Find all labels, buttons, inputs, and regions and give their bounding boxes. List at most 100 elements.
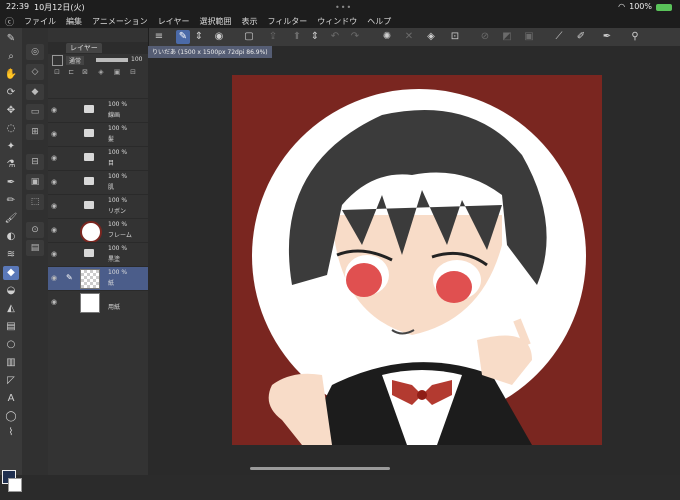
history-icon[interactable]: ⇕ xyxy=(308,30,322,44)
layer-row[interactable]: ◉ 100 % リボン xyxy=(48,194,148,218)
layer-row-selected[interactable]: ◉ ✎ 100 % 紙 xyxy=(48,266,148,290)
rotate-icon[interactable]: ⟳ xyxy=(3,86,19,100)
brush-settings-icon[interactable]: ✐ xyxy=(574,30,588,44)
clear-icon[interactable]: ✕ xyxy=(402,30,416,44)
tab-layer[interactable]: レイヤー xyxy=(66,43,102,53)
layer-row[interactable]: ◉ 100 % フレーム xyxy=(48,218,148,243)
blend-icon[interactable]: ◒ xyxy=(3,284,19,298)
redo-icon[interactable]: ↷ xyxy=(348,30,362,44)
pencil-icon[interactable]: ✏ xyxy=(3,194,19,208)
subtool-icon-10[interactable]: ▤ xyxy=(26,240,44,256)
eye-icon[interactable]: ◉ xyxy=(51,274,57,282)
text-icon[interactable]: A xyxy=(3,392,19,406)
gradient-icon[interactable]: ▤ xyxy=(3,320,19,334)
eye-icon[interactable]: ◉ xyxy=(51,298,57,306)
pen-tool-icon[interactable]: ✒ xyxy=(3,176,19,190)
airbrush-icon[interactable]: ◐ xyxy=(3,230,19,244)
eraser-icon[interactable]: ◆ xyxy=(3,266,19,280)
layer-row[interactable]: ◉ 100 % 線画 xyxy=(48,98,148,122)
fill-icon[interactable]: ◈ xyxy=(424,30,438,44)
ruler-icon[interactable]: ⟋ xyxy=(552,30,566,44)
hamburger-icon[interactable]: ≡ xyxy=(152,30,166,44)
layer-add-icon[interactable]: ▣ xyxy=(112,68,122,78)
menu-view[interactable]: 表示 xyxy=(241,16,257,27)
brush-size-icon[interactable]: ✎ xyxy=(3,32,19,46)
opacity-value[interactable]: 100 xyxy=(131,56,142,63)
figure-icon[interactable]: ○ xyxy=(3,338,19,352)
eyedropper-icon[interactable]: ⚗ xyxy=(3,158,19,172)
eye-icon[interactable]: ◉ xyxy=(51,154,57,162)
home-indicator[interactable] xyxy=(250,467,390,470)
eye-icon[interactable]: ◉ xyxy=(51,202,57,210)
layer-lock-icon[interactable]: ⊡ xyxy=(52,68,62,78)
hand-icon[interactable]: ✋ xyxy=(3,68,19,82)
menu-file[interactable]: ファイル xyxy=(24,16,56,27)
new-document-icon[interactable]: ▢ xyxy=(242,30,256,44)
subtool-icon-7[interactable]: ▣ xyxy=(26,174,44,190)
subtool-icon-1[interactable]: ◎ xyxy=(26,44,44,60)
crop-icon[interactable]: ▣ xyxy=(522,30,536,44)
app-logo-icon[interactable]: ⓒ xyxy=(5,15,17,28)
color-swatches[interactable] xyxy=(1,468,22,500)
background-color[interactable] xyxy=(8,478,22,492)
artwork-canvas[interactable] xyxy=(232,75,602,445)
balloon-icon[interactable]: ◯ xyxy=(3,410,19,424)
layer-row[interactable]: ◉ 100 % 目 xyxy=(48,146,148,170)
menu-help[interactable]: ヘルプ xyxy=(367,16,391,27)
subtool-icon-6[interactable]: ⊟ xyxy=(26,154,44,170)
stepper-icon[interactable]: ⇕ xyxy=(192,30,206,44)
subtool-icon-9[interactable]: ⊙ xyxy=(26,222,44,238)
document-tab[interactable]: りいだあ (1500 x 1500px 72dpi 86.9%) xyxy=(148,46,272,58)
layer-mask-icon[interactable]: ◈ xyxy=(96,68,106,78)
menu-edit[interactable]: 編集 xyxy=(66,16,82,27)
multitask-icon[interactable]: ••• xyxy=(335,3,352,12)
brush-icon[interactable]: 🖌 xyxy=(3,212,19,226)
zoom-icon[interactable]: ⌕ xyxy=(3,50,19,64)
eye-icon[interactable]: ◉ xyxy=(51,106,57,114)
fill-bucket-icon[interactable]: ◭ xyxy=(3,302,19,316)
layer-delete-icon[interactable]: ⊟ xyxy=(128,68,138,78)
edit-mode-icon[interactable]: ✎ xyxy=(176,30,190,44)
subtool-icon-3[interactable]: ◆ xyxy=(26,84,44,100)
eye-icon[interactable]: ◉ xyxy=(51,130,57,138)
undo-icon[interactable]: ↶ xyxy=(328,30,342,44)
subtool-icon-2[interactable]: ◇ xyxy=(26,64,44,80)
eye-icon[interactable]: ◉ xyxy=(51,250,57,258)
menu-animation[interactable]: アニメーション xyxy=(92,16,148,27)
menu-filter[interactable]: フィルター xyxy=(267,16,307,27)
layer-clip-icon[interactable]: ⊏ xyxy=(66,68,76,78)
open-icon[interactable]: ⇪ xyxy=(266,30,280,44)
correct-line-icon[interactable]: ⌇ xyxy=(3,426,19,440)
ruler-tool-icon[interactable]: ◸ xyxy=(3,374,19,388)
assist-icon[interactable]: ⚲ xyxy=(628,30,642,44)
blend-mode-select[interactable]: 通常 xyxy=(66,56,85,65)
opacity-slider[interactable] xyxy=(96,58,128,62)
eye-icon[interactable]: ◉ xyxy=(51,226,57,234)
decoration-icon[interactable]: ≋ xyxy=(3,248,19,262)
layer-row[interactable]: ◉ 用紙 xyxy=(48,290,148,314)
transform-icon[interactable]: ⊡ xyxy=(448,30,462,44)
save-icon[interactable]: ⬆ xyxy=(290,30,304,44)
subtool-icon-8[interactable]: ⬚ xyxy=(26,194,44,210)
character-illustration xyxy=(268,110,547,445)
blend-swatch[interactable] xyxy=(52,55,63,66)
subtool-icon-4[interactable]: ▭ xyxy=(26,104,44,120)
menu-selection[interactable]: 選択範囲 xyxy=(199,16,231,27)
move-icon[interactable]: ✥ xyxy=(3,104,19,118)
eye-icon[interactable]: ◉ xyxy=(51,178,57,186)
layer-row[interactable]: ◉ 100 % 髪 xyxy=(48,122,148,146)
magic-wand-icon[interactable]: ✦ xyxy=(3,140,19,154)
layer-ref-icon[interactable]: ⊠ xyxy=(80,68,90,78)
menu-layer[interactable]: レイヤー xyxy=(158,16,190,27)
subtool-icon-5[interactable]: ⊞ xyxy=(26,124,44,140)
lasso-icon[interactable]: ◌ xyxy=(3,122,19,136)
layer-row[interactable]: ◉ 100 % 肌 xyxy=(48,170,148,194)
frame-icon[interactable]: ▥ xyxy=(3,356,19,370)
layer-row[interactable]: ◉ 100 % 黒塗 xyxy=(48,242,148,266)
menu-window[interactable]: ウィンドウ xyxy=(317,16,357,27)
deselect-icon[interactable]: ⊘ xyxy=(478,30,492,44)
view-icon[interactable]: ◉ xyxy=(212,30,226,44)
invert-selection-icon[interactable]: ◩ xyxy=(500,30,514,44)
pen-icon[interactable]: ✒ xyxy=(600,30,614,44)
loading-icon[interactable]: ✺ xyxy=(380,30,394,44)
